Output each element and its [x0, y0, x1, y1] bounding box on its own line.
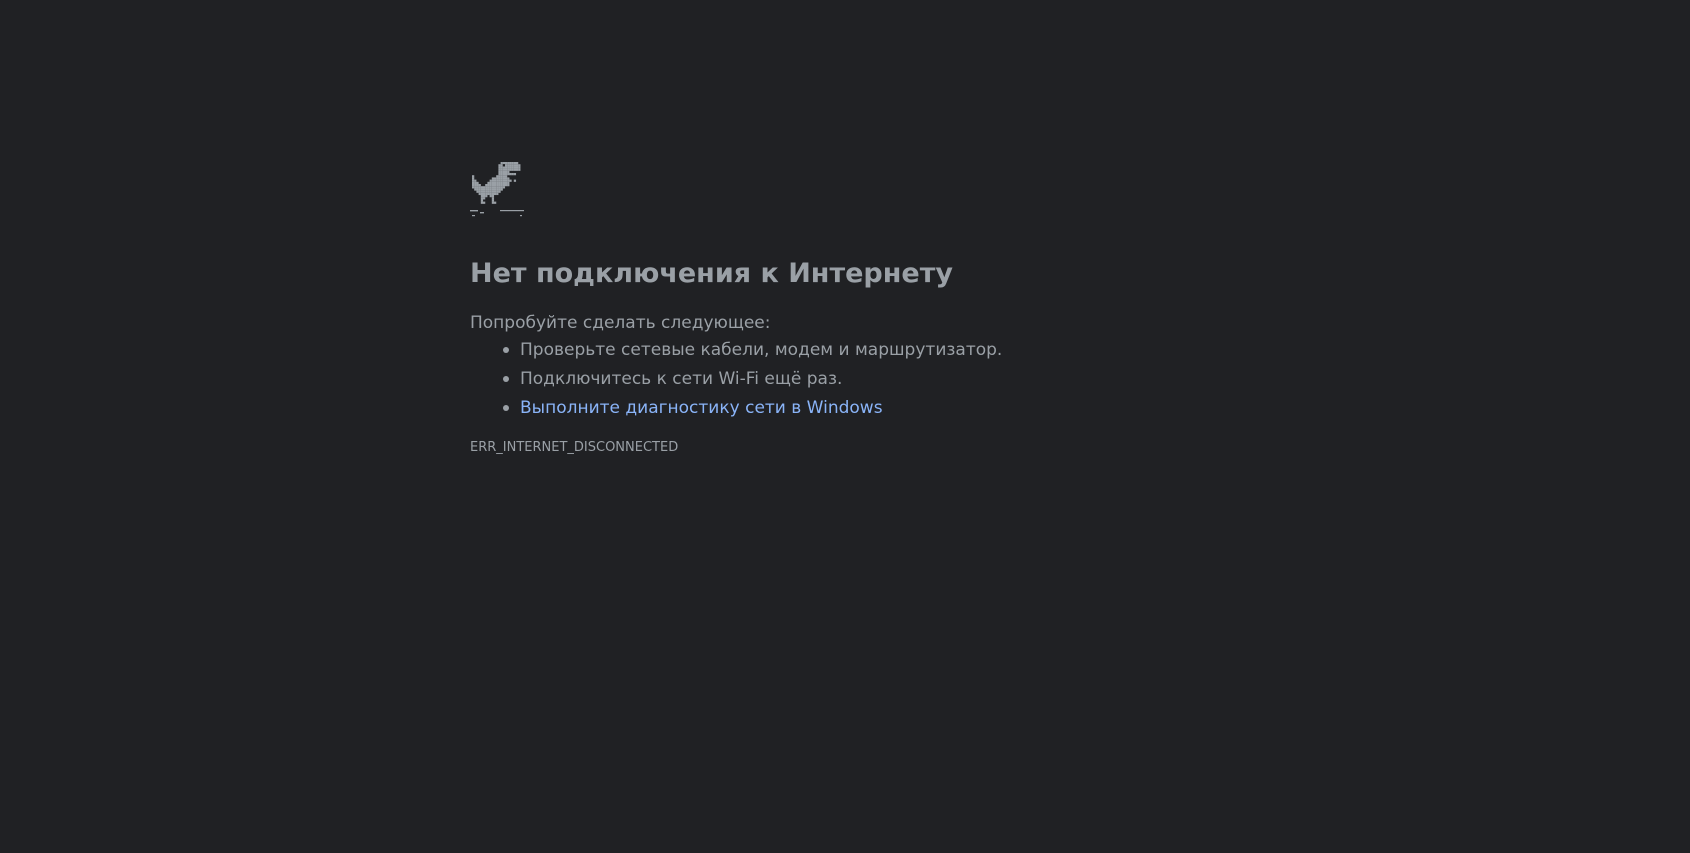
suggestion-check-cables: Проверьте сетевые кабели, модем и маршру… [503, 339, 1230, 361]
suggestions-list: Проверьте сетевые кабели, модем и маршру… [470, 339, 1230, 419]
bullet-icon [503, 376, 509, 382]
suggestions-intro: Попробуйте сделать следующее: [470, 313, 771, 333]
bullet-icon [503, 405, 509, 411]
run-network-diagnostics-link[interactable]: Выполните диагностику сети в Windows [520, 398, 883, 418]
suggestion-reconnect-wifi: Подключитесь к сети Wi-Fi ещё раз. [503, 368, 1230, 390]
dinosaur-graphic [470, 162, 524, 217]
bullet-icon [503, 347, 509, 353]
error-title: Нет подключения к Интернету [470, 258, 953, 289]
offline-dinosaur-icon[interactable] [470, 160, 530, 220]
suggestion-label: Подключитесь к сети Wi-Fi ещё раз. [520, 369, 843, 389]
suggestion-run-diagnostics: Выполните диагностику сети в Windows [503, 397, 1230, 419]
suggestion-label: Проверьте сетевые кабели, модем и маршру… [520, 340, 1003, 360]
error-code: ERR_INTERNET_DISCONNECTED [470, 440, 679, 455]
error-container: Нет подключения к Интернету Попробуйте с… [470, 160, 1230, 457]
